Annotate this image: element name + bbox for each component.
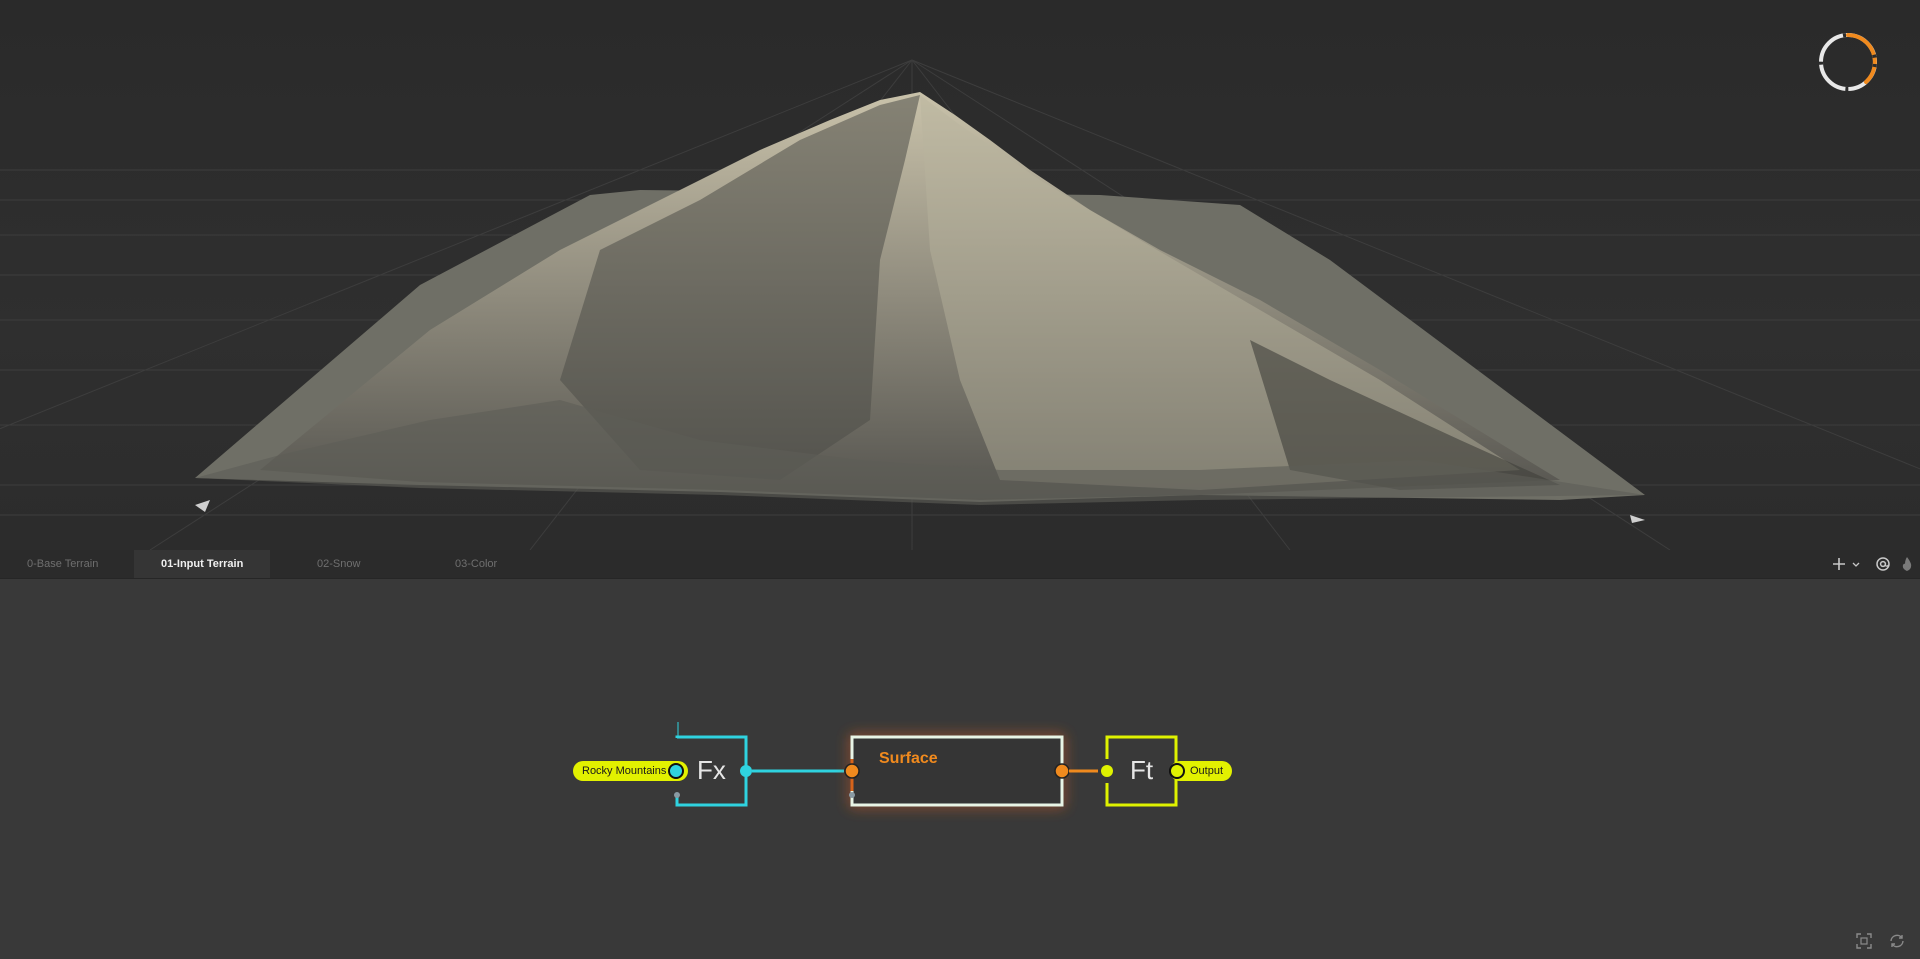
ft-input-port[interactable] — [1101, 765, 1113, 777]
fx-aux-port[interactable] — [674, 792, 680, 798]
refresh-icon[interactable] — [1888, 932, 1906, 950]
frame-icon[interactable] — [1855, 932, 1873, 950]
ft-node-title: Ft — [1130, 755, 1154, 785]
surface-input-port[interactable] — [844, 763, 860, 779]
terrain-scene — [0, 59, 1920, 550]
tab-base-terrain[interactable]: 0-Base Terrain — [0, 550, 125, 578]
tab-input-terrain[interactable]: 01-Input Terrain — [134, 550, 271, 578]
fx-node-title: Fx — [697, 755, 726, 785]
surface-node[interactable] — [850, 735, 1064, 807]
progress-ring-icon — [1819, 33, 1877, 91]
surface-aux-port[interactable] — [849, 792, 855, 798]
at-icon[interactable] — [1875, 556, 1891, 572]
fx-input-port-overlay — [668, 763, 684, 779]
graph-canvas — [668, 722, 1185, 807]
ft-output-port-overlay — [1169, 763, 1185, 779]
node-graph[interactable]: Rocky Mountains Fx Surface Ft Output — [0, 579, 1920, 959]
graph-tab-bar: 0-Base Terrain 01-Input Terrain 02-Snow … — [0, 550, 1920, 579]
surface-node-title: Surface — [879, 750, 938, 767]
corner-marker-left — [195, 500, 210, 512]
chevron-down-icon[interactable] — [1851, 556, 1861, 572]
surface-output-port[interactable] — [1054, 763, 1070, 779]
viewport-3d[interactable] — [0, 0, 1920, 550]
tab-snow[interactable]: 02-Snow — [290, 550, 387, 578]
fx-output-port[interactable] — [740, 765, 752, 777]
plus-icon[interactable] — [1831, 556, 1847, 572]
corner-marker-right — [1630, 515, 1645, 523]
flame-icon[interactable] — [1899, 556, 1915, 572]
tab-color[interactable]: 03-Color — [428, 550, 524, 578]
